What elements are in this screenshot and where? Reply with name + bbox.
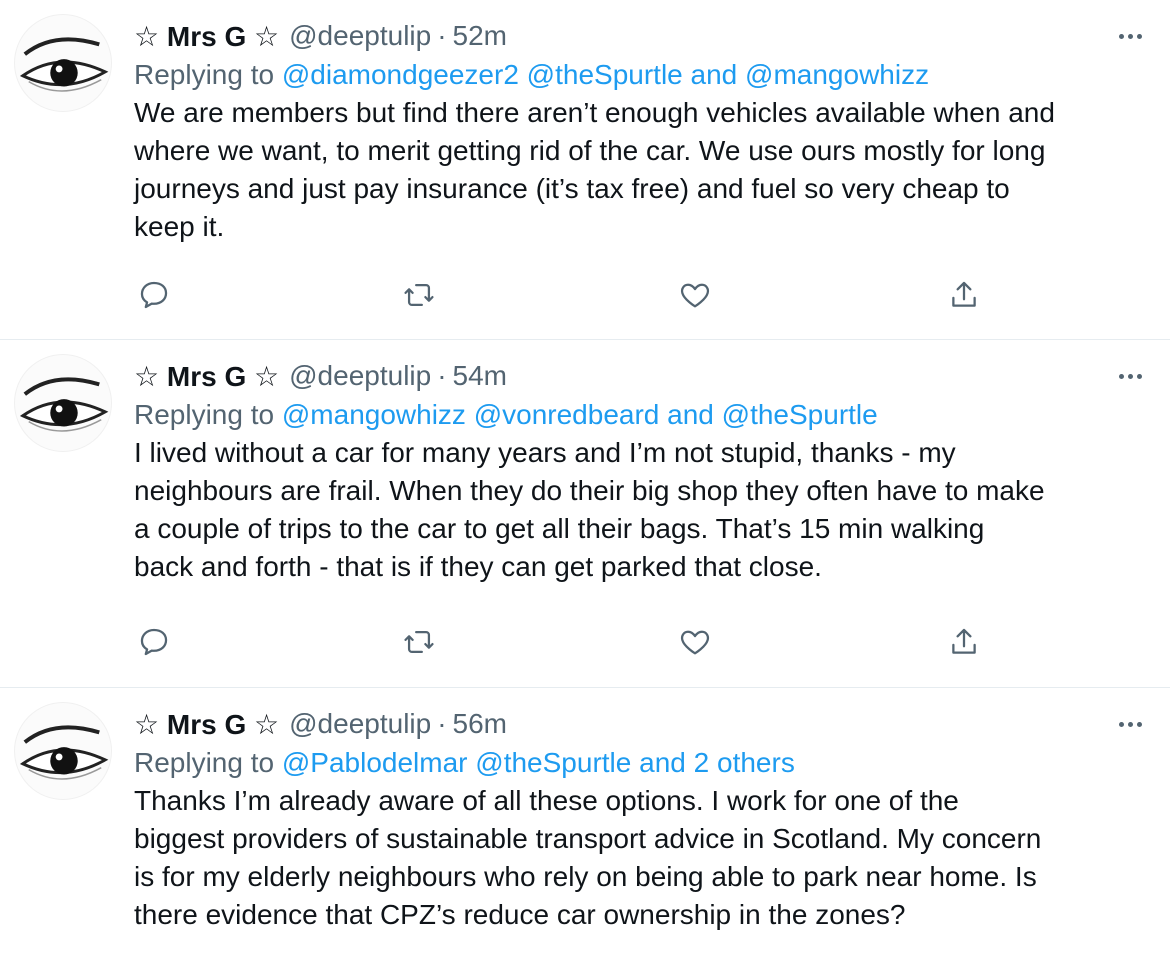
mention-link[interactable]: @mangowhizz: [282, 399, 466, 430]
avatar[interactable]: [14, 702, 112, 800]
mention-link[interactable]: @Pablodelmar: [282, 747, 468, 778]
retweet-icon[interactable]: [399, 275, 439, 315]
replying-prefix: Replying to: [134, 747, 275, 778]
tweet-timeline: ☆ Mrs G ☆ @deeptulip · 52m Replying to @…: [0, 0, 1170, 958]
replying-to: Replying to @Pablodelmar @theSpurtle and…: [134, 747, 795, 778]
mention-link[interactable]: 2 others: [694, 747, 795, 778]
replying-prefix: Replying to: [134, 399, 275, 430]
display-name[interactable]: ☆ Mrs G ☆: [134, 708, 279, 741]
mention-link[interactable]: @vonredbeard: [474, 399, 660, 430]
mention-link[interactable]: @theSpurtle: [475, 747, 631, 778]
display-name[interactable]: ☆ Mrs G ☆: [134, 20, 279, 53]
tweet-text-line: where we want, to merit getting rid of t…: [134, 135, 1046, 166]
tweet[interactable]: ☆ Mrs G ☆ @deeptulip · 56m Replying to @…: [0, 688, 1170, 958]
tweet-text-line: journeys and just pay insurance (it’s ta…: [134, 173, 1010, 204]
replying-to: Replying to @diamondgeezer2 @theSpurtle …: [134, 59, 930, 90]
share-icon[interactable]: [944, 275, 984, 315]
share-icon[interactable]: [944, 622, 984, 662]
tweet-text-line: keep it.: [134, 211, 225, 242]
more-icon[interactable]: [1110, 356, 1150, 396]
eye-avatar-icon: [19, 377, 109, 432]
mention-link[interactable]: @diamondgeezer2: [282, 59, 519, 90]
tweet-text-line: We are members but find there aren’t eno…: [134, 97, 1055, 128]
replying-prefix: Replying to: [134, 59, 275, 90]
user-handle[interactable]: @deeptulip: [289, 360, 431, 392]
user-handle[interactable]: @deeptulip: [289, 708, 431, 740]
like-icon[interactable]: [675, 622, 715, 662]
tweet-actions: [134, 275, 994, 315]
tweet-text-line: biggest providers of sustainable transpo…: [134, 823, 1042, 854]
tweet[interactable]: ☆ Mrs G ☆ @deeptulip · 52m Replying to @…: [0, 0, 1170, 340]
reply-icon[interactable]: [134, 622, 174, 662]
tweet-text-line: is for my elderly neighbours who rely on…: [134, 861, 1037, 892]
timestamp[interactable]: 56m: [453, 708, 507, 740]
separator-dot: ·: [437, 20, 447, 51]
avatar[interactable]: [14, 354, 112, 452]
tweet-text: I lived without a car for many years and…: [134, 434, 1150, 586]
tweet-header: ☆ Mrs G ☆ @deeptulip · 52m: [134, 16, 1150, 56]
tweet-header: ☆ Mrs G ☆ @deeptulip · 54m: [134, 356, 1150, 396]
tweet-text-line: neighbours are frail. When they do their…: [134, 475, 1045, 506]
tweet-header: ☆ Mrs G ☆ @deeptulip · 56m: [134, 704, 1150, 744]
display-name[interactable]: ☆ Mrs G ☆: [134, 360, 279, 393]
separator-dot: ·: [437, 708, 447, 739]
eye-avatar-icon: [19, 725, 109, 780]
tweet[interactable]: ☆ Mrs G ☆ @deeptulip · 54m Replying to @…: [0, 340, 1170, 688]
tweet-text-line: I lived without a car for many years and…: [134, 437, 956, 468]
tweet-text-line: there evidence that CPZ’s reduce car own…: [134, 899, 906, 930]
tweet-text: We are members but find there aren’t eno…: [134, 94, 1150, 246]
mention-link[interactable]: @theSpurtle: [722, 399, 878, 430]
replying-to: Replying to @mangowhizz @vonredbeard and…: [134, 399, 878, 430]
reply-icon[interactable]: [134, 275, 174, 315]
user-handle[interactable]: @deeptulip: [289, 20, 431, 52]
separator-dot: ·: [437, 360, 447, 391]
timestamp[interactable]: 52m: [453, 20, 507, 52]
more-icon[interactable]: [1110, 16, 1150, 56]
tweet-text-line: a couple of trips to the car to get all …: [134, 513, 985, 544]
tweet-text-line: back and forth - that is if they can get…: [134, 551, 822, 582]
tweet-actions: [134, 622, 994, 662]
avatar[interactable]: [14, 14, 112, 112]
mention-link[interactable]: @mangowhizz: [745, 59, 929, 90]
timestamp[interactable]: 54m: [453, 360, 507, 392]
retweet-icon[interactable]: [399, 622, 439, 662]
like-icon[interactable]: [675, 275, 715, 315]
more-icon[interactable]: [1110, 704, 1150, 744]
eye-avatar-icon: [19, 37, 109, 92]
tweet-text-line: Thanks I’m already aware of all these op…: [134, 785, 959, 816]
tweet-text: Thanks I’m already aware of all these op…: [134, 782, 1150, 934]
mention-link[interactable]: @theSpurtle: [527, 59, 683, 90]
